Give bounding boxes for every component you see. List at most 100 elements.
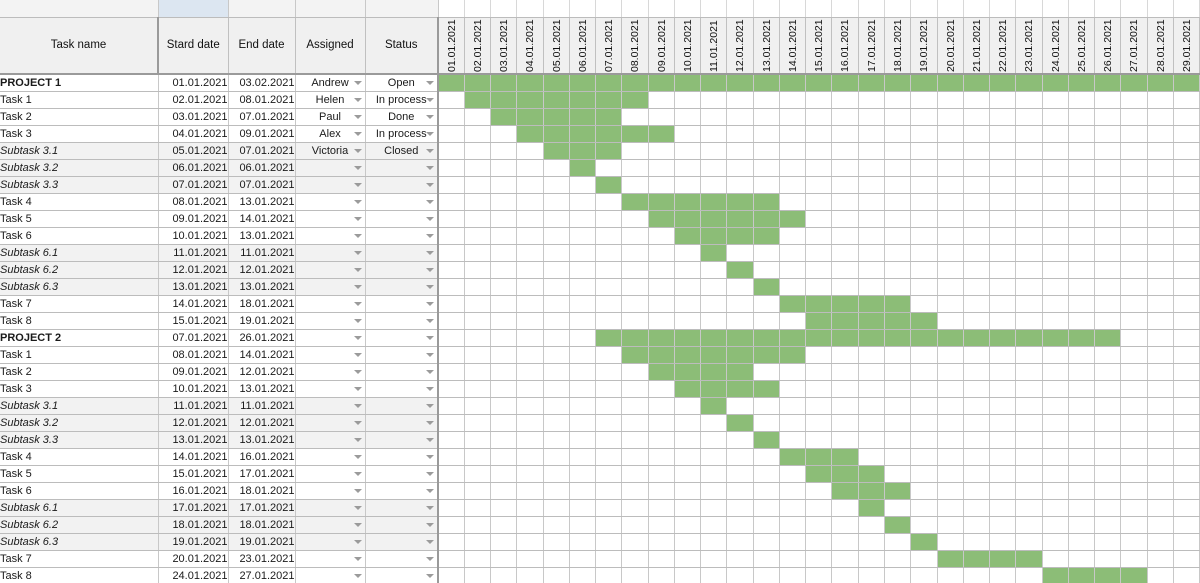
gantt-empty-cell[interactable]	[1042, 261, 1069, 279]
gantt-empty-cell[interactable]	[438, 278, 465, 296]
gantt-empty-cell[interactable]	[1173, 261, 1200, 279]
gantt-empty-cell[interactable]	[1015, 125, 1043, 143]
gantt-empty-cell[interactable]	[674, 295, 702, 313]
gantt-bar-cell[interactable]	[858, 329, 886, 347]
gantt-empty-cell[interactable]	[858, 159, 886, 177]
chevron-down-icon[interactable]	[426, 267, 434, 272]
gantt-empty-cell[interactable]	[1173, 176, 1200, 194]
cell-assigned-dropdown[interactable]	[295, 295, 366, 313]
gantt-empty-cell[interactable]	[621, 499, 649, 517]
gantt-empty-cell[interactable]	[490, 414, 518, 432]
gantt-bar-cell[interactable]	[621, 346, 649, 364]
gantt-empty-cell[interactable]	[937, 431, 964, 449]
gantt-empty-cell[interactable]	[884, 193, 912, 211]
gantt-empty-cell[interactable]	[910, 363, 938, 381]
column-header-end-date[interactable]: End date	[228, 17, 296, 75]
table-row[interactable]: Task 2 09.01.2021 12.01.2021	[0, 363, 1200, 381]
gantt-empty-cell[interactable]	[779, 159, 807, 177]
gantt-bar-cell[interactable]	[779, 346, 807, 364]
gantt-empty-cell[interactable]	[438, 567, 465, 583]
chevron-down-icon[interactable]	[353, 420, 362, 425]
gantt-empty-cell[interactable]	[621, 533, 649, 551]
gantt-empty-cell[interactable]	[621, 108, 649, 126]
cell-status-dropdown[interactable]	[365, 465, 439, 483]
gantt-empty-cell[interactable]	[516, 176, 544, 194]
table-row[interactable]: Task 6 16.01.2021 18.01.2021	[0, 482, 1200, 500]
gantt-empty-cell[interactable]	[648, 550, 675, 568]
gantt-empty-cell[interactable]	[595, 295, 623, 313]
gantt-empty-cell[interactable]	[1120, 125, 1148, 143]
gantt-empty-cell[interactable]	[700, 108, 728, 126]
table-row[interactable]: Task 8 15.01.2021 19.01.2021	[0, 312, 1200, 330]
gantt-empty-cell[interactable]	[595, 227, 623, 245]
gantt-empty-cell[interactable]	[1147, 159, 1174, 177]
gantt-empty-cell[interactable]	[1173, 397, 1200, 415]
gantt-bar-cell[interactable]	[779, 74, 807, 92]
gantt-bar-cell[interactable]	[753, 329, 780, 347]
gantt-bar-cell[interactable]	[963, 329, 991, 347]
gantt-empty-cell[interactable]	[1173, 244, 1200, 262]
gantt-empty-cell[interactable]	[726, 176, 754, 194]
gantt-bar-cell[interactable]	[779, 448, 807, 466]
gantt-empty-cell[interactable]	[569, 465, 597, 483]
gantt-empty-cell[interactable]	[831, 159, 859, 177]
cell-assigned-dropdown[interactable]	[295, 278, 366, 296]
cell-status-dropdown[interactable]	[365, 312, 439, 330]
gantt-empty-cell[interactable]	[753, 397, 780, 415]
gantt-bar-cell[interactable]	[1094, 329, 1122, 347]
gantt-empty-cell[interactable]	[621, 414, 649, 432]
chevron-down-icon[interactable]	[353, 284, 362, 289]
cell-assigned-dropdown[interactable]	[295, 499, 366, 517]
gantt-empty-cell[interactable]	[1015, 397, 1043, 415]
gantt-empty-cell[interactable]	[779, 533, 807, 551]
gantt-empty-cell[interactable]	[805, 499, 833, 517]
gantt-empty-cell[interactable]	[989, 448, 1017, 466]
gantt-empty-cell[interactable]	[937, 482, 964, 500]
gantt-empty-cell[interactable]	[989, 397, 1017, 415]
gantt-empty-cell[interactable]	[490, 244, 518, 262]
gantt-bar-cell[interactable]	[831, 295, 859, 313]
gantt-empty-cell[interactable]	[700, 448, 728, 466]
chevron-down-icon[interactable]	[426, 199, 434, 204]
gantt-empty-cell[interactable]	[1068, 176, 1096, 194]
date-column-header[interactable]: 03.01.2021	[490, 17, 518, 75]
gantt-empty-cell[interactable]	[805, 142, 833, 160]
gantt-empty-cell[interactable]	[910, 244, 938, 262]
cell-start-date[interactable]: 20.01.2021	[158, 550, 229, 568]
gantt-empty-cell[interactable]	[438, 193, 465, 211]
gantt-empty-cell[interactable]	[989, 499, 1017, 517]
gantt-bar-cell[interactable]	[1120, 567, 1148, 583]
gantt-empty-cell[interactable]	[1094, 448, 1122, 466]
gantt-empty-cell[interactable]	[937, 346, 964, 364]
gantt-empty-cell[interactable]	[989, 91, 1017, 109]
gantt-bar-cell[interactable]	[726, 261, 754, 279]
table-row[interactable]: Task 7 20.01.2021 23.01.2021	[0, 550, 1200, 568]
cell-start-date[interactable]: 02.01.2021	[158, 91, 229, 109]
gantt-empty-cell[interactable]	[438, 431, 465, 449]
gantt-empty-cell[interactable]	[543, 380, 570, 398]
gantt-empty-cell[interactable]	[1120, 227, 1148, 245]
gantt-bar-cell[interactable]	[858, 465, 886, 483]
gantt-empty-cell[interactable]	[438, 380, 465, 398]
gantt-empty-cell[interactable]	[989, 227, 1017, 245]
col-selector-4[interactable]	[365, 0, 439, 18]
gantt-bar-cell[interactable]	[1120, 74, 1148, 92]
gantt-bar-cell[interactable]	[884, 329, 912, 347]
gantt-empty-cell[interactable]	[726, 142, 754, 160]
gantt-empty-cell[interactable]	[438, 482, 465, 500]
col-selector-date-20[interactable]	[937, 0, 964, 18]
gantt-empty-cell[interactable]	[648, 533, 675, 551]
gantt-empty-cell[interactable]	[963, 380, 991, 398]
gantt-empty-cell[interactable]	[490, 142, 518, 160]
gantt-empty-cell[interactable]	[858, 346, 886, 364]
gantt-empty-cell[interactable]	[1147, 125, 1174, 143]
chevron-down-icon[interactable]	[426, 148, 434, 153]
cell-end-date[interactable]: 17.01.2021	[228, 465, 296, 483]
gantt-empty-cell[interactable]	[884, 448, 912, 466]
gantt-empty-cell[interactable]	[674, 108, 702, 126]
gantt-empty-cell[interactable]	[648, 91, 675, 109]
gantt-bar-cell[interactable]	[516, 125, 544, 143]
gantt-empty-cell[interactable]	[490, 482, 518, 500]
gantt-empty-cell[interactable]	[910, 550, 938, 568]
gantt-empty-cell[interactable]	[438, 516, 465, 534]
